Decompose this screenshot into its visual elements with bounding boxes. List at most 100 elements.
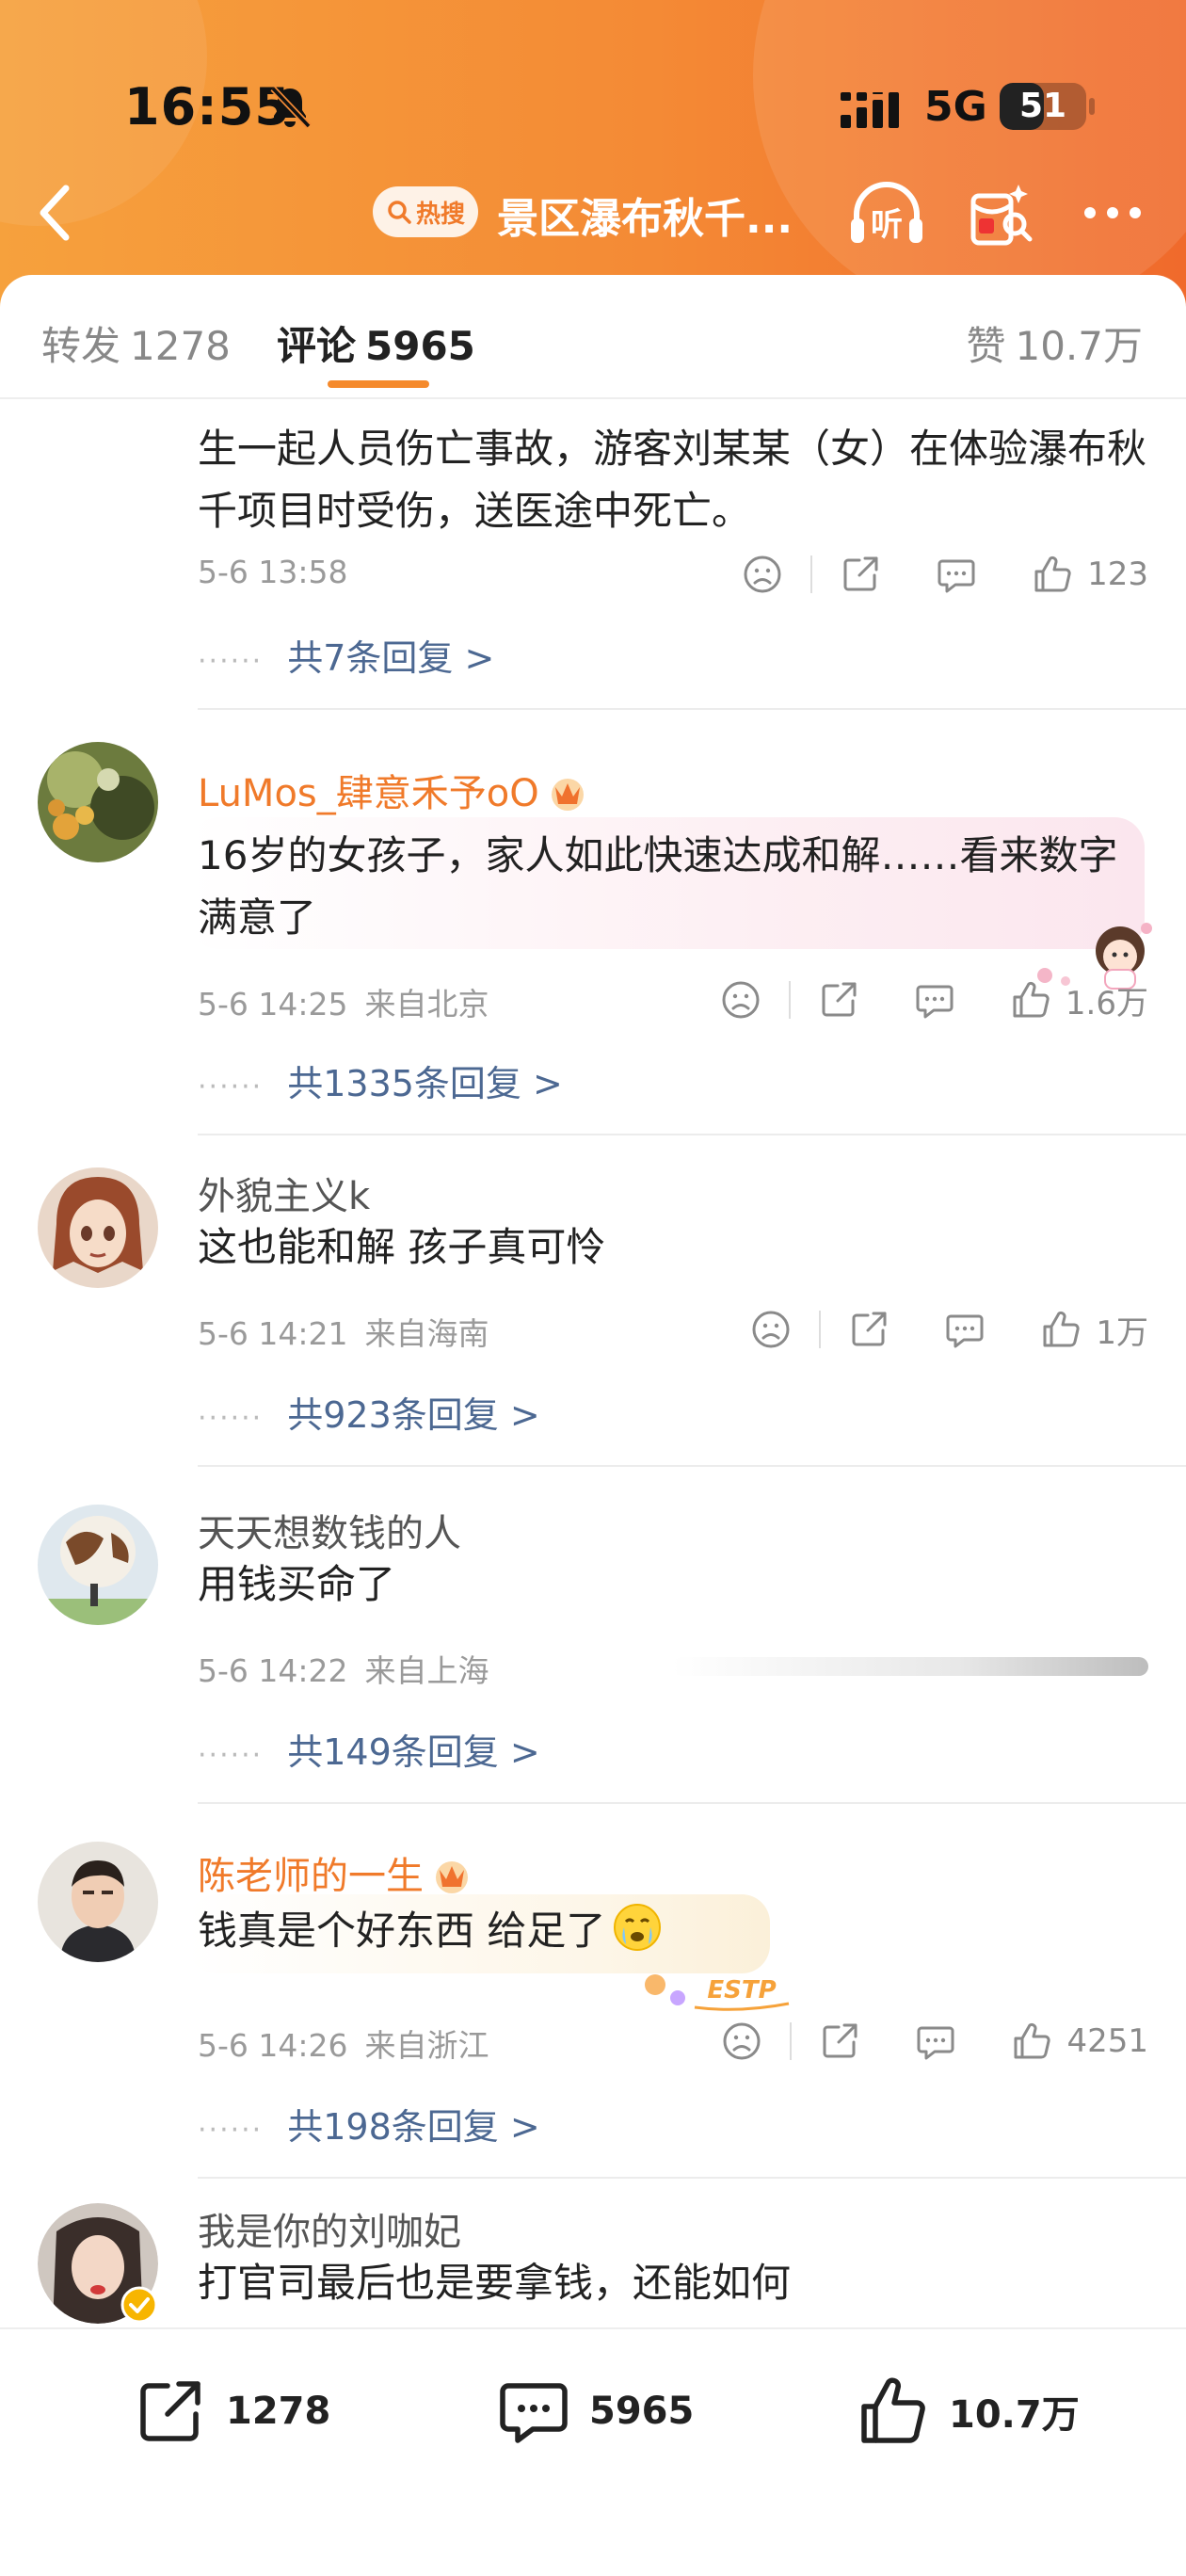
action-divider [790,2022,793,2060]
battery-indicator: 51 [1000,83,1086,130]
reply-dots: ······ [198,1402,264,1435]
verified-badge-icon [120,2286,158,2324]
replies-count: 共149条回复 > [287,1731,540,1773]
action-divider [819,1311,822,1348]
sad-face-icon [722,981,760,1019]
comment-icon [917,2026,954,2060]
comment-text: 用钱买命了 [198,1561,396,1607]
tab-label: 评论 [277,323,357,369]
headphones-listen-icon[interactable]: 听 [847,177,926,249]
tab-count: 1278 [130,323,231,369]
tab-count: 10.7万 [1015,323,1143,369]
battery-tip [1089,98,1095,115]
username[interactable]: 天天想数钱的人 [198,1503,461,1557]
like-button[interactable]: 1万 [1039,1307,1148,1353]
loading-placeholder [672,1657,1148,1676]
hot-search-badge[interactable]: 热搜 [373,186,478,237]
reply-button[interactable] [943,1308,986,1351]
reply-dots: ······ [198,1071,264,1103]
avatar[interactable] [38,2203,158,2324]
comment-text: 这也能和解 孩子真可怜 [198,1224,606,1270]
reply-button[interactable] [935,553,978,596]
comment-time: 5-6 14:25 [198,986,348,1022]
reply-dots: ······ [198,1739,264,1772]
hot-search-label: 热搜 [415,200,465,229]
tab-likes[interactable]: 赞 10.7万 [966,314,1143,372]
comment-meta: 5-6 14:22 来自上海 [198,1646,489,1691]
thumbs-up-icon [1034,555,1071,592]
like-count: 1.6万 [1065,984,1148,1022]
dislike-button[interactable] [719,978,762,1022]
avatar[interactable] [38,1505,158,1625]
username[interactable]: LuMos_肆意禾予oO [198,763,588,817]
repost-count: 1278 [226,2390,331,2433]
comment-icon [500,2383,568,2443]
dislike-button[interactable] [749,1308,793,1351]
username[interactable]: 外貌主义k [198,1166,370,1220]
more-icon[interactable] [1079,186,1146,239]
comment-button[interactable]: 5965 [497,2375,694,2448]
username-text: LuMos_肆意禾予oO [198,772,539,815]
reply-button[interactable] [914,2020,957,2063]
comment-divider [198,2177,1186,2179]
tab-comments[interactable]: 评论 5965 [277,314,475,372]
dislike-button[interactable] [741,553,784,596]
view-replies-link[interactable]: ······ 共7条回复 > [198,629,494,681]
username-text: 陈老师的一生 [198,1855,424,1898]
back-arrow-icon[interactable] [28,179,85,247]
thumbs-up-icon [861,2377,925,2443]
like-button[interactable]: 1.6万 [1009,977,1148,1023]
share-icon [140,2381,200,2441]
like-button[interactable]: 123 [1031,553,1148,596]
share-button[interactable] [817,978,860,1022]
red-packet-icon[interactable] [964,177,1035,249]
sad-face-icon [744,555,781,593]
thumbs-up-icon [1014,2022,1051,2059]
bottom-action-bar: 1278 5965 10.7万 [0,2327,1186,2576]
active-tab-indicator [328,380,429,388]
comment-text: 生一起人员伤亡事故，游客刘某某（女）在体验瀑布秋千项目时受伤，送医途中死亡。 [198,426,1147,534]
view-replies-link[interactable]: ······ 共923条回复 > [198,1386,540,1438]
avatar[interactable] [38,1842,158,1962]
username[interactable]: 陈老师的一生 [198,1845,473,1900]
page-title: 景区瀑布秋千... [497,195,793,243]
bell-slash-icon [270,86,312,129]
comment-time: 5-6 13:58 [198,554,348,590]
comment-divider [198,1465,1186,1467]
repost-button[interactable]: 1278 [134,2375,330,2448]
share-icon [823,2023,857,2058]
share-icon [852,1312,887,1346]
comment-meta: 5-6 14:25 来自北京 [198,979,489,1024]
action-divider [788,981,791,1019]
bubble-tag-icon: ESTP [645,1974,790,2011]
share-button[interactable] [839,553,882,596]
reply-dots: ······ [198,2114,264,2147]
view-replies-link[interactable]: ······ 共149条回复 > [198,1723,540,1775]
tab-label: 赞 [966,323,1006,369]
bubble-tag-label: ESTP [707,1976,776,2004]
avatar[interactable] [38,1167,158,1288]
network-type: 5G [924,83,987,131]
like-button[interactable]: 4251 [1010,2020,1148,2063]
comment-list[interactable]: 生一起人员伤亡事故，游客刘某某（女）在体验瀑布秋千项目时受伤，送医途中死亡。 5… [0,399,1186,2327]
reply-dots: ······ [198,645,264,678]
like-button[interactable]: 10.7万 [857,2375,1080,2448]
tab-label: 转发 [41,323,121,369]
comment-divider [198,1134,1186,1135]
comment-actions: 1万 [749,1303,1148,1356]
avatar[interactable] [38,742,158,862]
share-button[interactable] [818,2020,861,2063]
view-replies-link[interactable]: ······ 共1335条回复 > [198,1055,563,1106]
comment-count: 5965 [589,2390,695,2433]
like-total: 10.7万 [949,2393,1080,2437]
reply-button[interactable] [913,978,956,1022]
dislike-button[interactable] [720,2020,763,2063]
view-replies-link[interactable]: ······ 共198条回复 > [198,2098,540,2149]
tab-count: 5965 [365,323,475,369]
username[interactable]: 我是你的刘咖妃 [198,2201,461,2256]
tab-reposts[interactable]: 转发 1278 [41,314,231,372]
comment-location: 来自上海 [364,1652,489,1689]
tab-bar: 转发 1278 评论 5965 赞 10.7万 [0,275,1186,399]
share-button[interactable] [847,1308,890,1351]
sad-face-icon [752,1311,790,1348]
